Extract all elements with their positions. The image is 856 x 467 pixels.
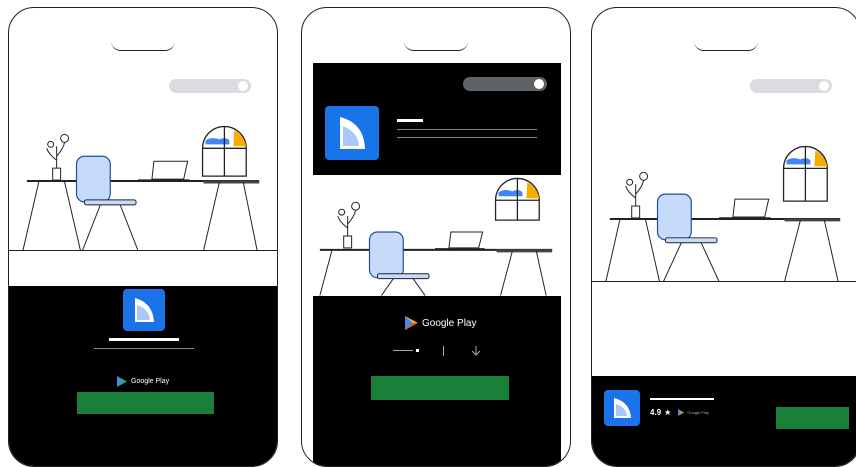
arched-window-icon bbox=[201, 125, 247, 177]
toggle-placeholder bbox=[463, 77, 547, 91]
app-logo-icon bbox=[325, 106, 379, 160]
install-button[interactable] bbox=[776, 407, 849, 429]
phone-mockup-2: Google Play bbox=[301, 7, 571, 467]
chair-icon bbox=[75, 155, 139, 251]
chair-icon bbox=[368, 231, 430, 296]
laptop-icon bbox=[719, 198, 771, 219]
app-subtitle-placeholder bbox=[397, 137, 537, 138]
install-button[interactable] bbox=[371, 376, 509, 400]
rating-dot bbox=[416, 349, 419, 352]
laptop-icon bbox=[138, 160, 190, 181]
google-play-label: Google Play bbox=[422, 317, 477, 329]
phone-mockup-1: Google Play bbox=[8, 7, 278, 467]
app-subtitle-placeholder bbox=[94, 348, 194, 349]
install-panel: Google Play bbox=[313, 296, 561, 466]
google-play-icon bbox=[405, 316, 418, 330]
app-logo-icon bbox=[604, 390, 640, 426]
plant-icon bbox=[625, 171, 649, 219]
toggle-placeholder bbox=[750, 79, 832, 93]
office-illustration bbox=[319, 177, 553, 296]
google-play-badge[interactable]: Google Play bbox=[405, 316, 476, 330]
app-subtitle-placeholder bbox=[397, 129, 537, 130]
google-play-icon bbox=[117, 376, 127, 387]
toggle-placeholder bbox=[169, 79, 251, 93]
google-play-badge[interactable]: Google Play bbox=[117, 376, 169, 387]
laptop-icon bbox=[435, 231, 485, 250]
star-icon: ★ bbox=[664, 408, 672, 417]
google-play-label: Google Play bbox=[131, 378, 170, 385]
app-header-card bbox=[313, 63, 561, 175]
arched-window-icon bbox=[494, 177, 540, 221]
app-title-placeholder bbox=[109, 338, 179, 341]
app-title-placeholder bbox=[397, 119, 423, 122]
phone-speaker bbox=[111, 38, 175, 51]
phone-speaker bbox=[694, 38, 758, 51]
rating-row: 4.9 ★ Google Play bbox=[650, 408, 709, 417]
arched-window-icon bbox=[782, 145, 828, 202]
app-title-placeholder bbox=[650, 398, 714, 400]
rating-value: 4.9 bbox=[650, 408, 662, 417]
app-logo-icon bbox=[123, 289, 165, 331]
app-install-bar: 4.9 ★ Google Play bbox=[592, 376, 856, 466]
app-banner: Google Play bbox=[9, 286, 277, 466]
stat-divider bbox=[443, 346, 444, 356]
office-illustration bbox=[592, 145, 856, 282]
plant-icon bbox=[337, 201, 361, 249]
office-illustration bbox=[9, 125, 277, 252]
app-stats-row bbox=[393, 344, 493, 358]
install-button[interactable] bbox=[77, 392, 214, 414]
rating-placeholder bbox=[393, 350, 413, 351]
plant-icon bbox=[46, 133, 70, 181]
google-play-icon bbox=[678, 409, 685, 416]
chair-icon bbox=[656, 193, 720, 282]
phone-mockup-3: 4.9 ★ Google Play bbox=[591, 7, 856, 467]
google-play-label: Google Play bbox=[687, 410, 710, 415]
download-arrow-icon bbox=[471, 346, 481, 356]
phone-speaker bbox=[404, 38, 468, 51]
